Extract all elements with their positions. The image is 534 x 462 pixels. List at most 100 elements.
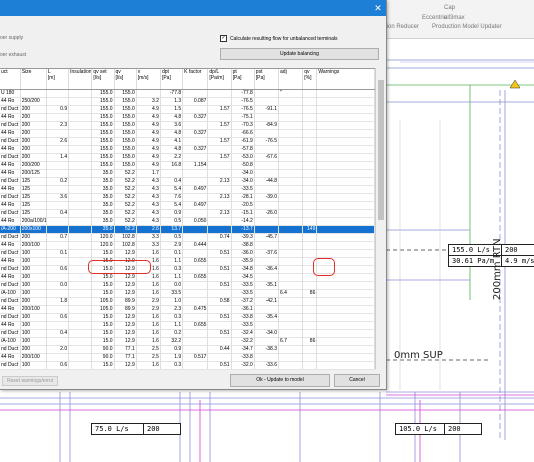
table-cell	[302, 105, 318, 114]
table-row[interactable]: nd Duct 100 0.6 15.0 12.9 1.6 0.3 0.51 -33.8 -35.…	[0, 313, 375, 322]
table-cell	[254, 129, 280, 138]
ok-update-button[interactable]: Ok - Update to model	[230, 374, 330, 387]
table-row[interactable]: U 180 155.0 155.0 -77.8 -77.8 "	[0, 89, 375, 98]
table-cell: 155.0	[91, 113, 115, 122]
supply-option[interactable]: oer supply	[0, 35, 23, 41]
duct-tag[interactable]: 75.0 L/s 200	[91, 423, 181, 435]
table-cell	[302, 201, 318, 210]
table-cell	[278, 97, 304, 106]
table-row[interactable]: 44 Ro 250/200 155.0 155.0 3.2 1.3 0.087 -76.5	[0, 97, 375, 106]
table-cell	[302, 281, 318, 290]
cancel-button[interactable]: Cancel	[334, 374, 380, 387]
table-row[interactable]: nd Duct 200 0.7 120.0 102.8 3.3 0.5 0.74 -39.3 -4…	[0, 233, 375, 242]
table-row[interactable]: /A-100 100 15.0 12.9 1.6 32.2 -32.2 6.7 86	[0, 337, 375, 346]
table-row[interactable]: nd Duct 100 0.0 15.0 12.9 1.6 0.0 0.51 -33.5 -35.…	[0, 281, 375, 290]
table-cell	[278, 321, 304, 330]
duct-tag[interactable]: 155.0 L/s 200 30.61 Pa/m 4.9 m/s	[448, 244, 534, 267]
table-cell	[278, 353, 304, 362]
table-row[interactable]: 44 Ro 200/100 105.0 89.9 2.9 2.3 0.475 -36.1	[0, 305, 375, 314]
ribbon-item[interactable]: Production Model Updater	[432, 24, 502, 30]
table-row[interactable]: nd Duct 200 1.8 105.0 89.9 2.9 1.0 0.58 -37.2 -42…	[0, 297, 375, 306]
ribbon-item[interactable]: tion Reducer	[385, 24, 419, 30]
table-cell: 200x100	[20, 225, 47, 234]
scroll-thumb[interactable]	[378, 80, 384, 220]
table-cell: 0.58	[207, 297, 232, 306]
table-cell	[316, 345, 375, 354]
table-cell: 35.0	[91, 225, 115, 234]
table-row[interactable]: 44 Ro 200 155.0 155.0 4.9 4.8 0.327 -75.1	[0, 113, 375, 122]
table-row[interactable]: /A-100 100 15.0 12.9 1.6 33.5 -33.5 6.4 86	[0, 289, 375, 298]
column-header[interactable]: L [m]	[46, 69, 70, 90]
table-row[interactable]: nd Duct 100 0.6 15.0 12.9 1.6 0.3 0.51 -32.0 -33.…	[0, 361, 375, 370]
column-header[interactable]: Size	[20, 69, 47, 90]
table-cell: 155.0	[91, 153, 115, 162]
table-cell	[254, 337, 280, 346]
table-row[interactable]: 44 Ro 100 15.0 12.9 1.6 1.1 0.655 -33.5	[0, 321, 375, 330]
table-cell: 155.0	[114, 89, 137, 98]
table-row[interactable]: nd Duct 200 2.3 155.0 155.0 4.9 3.6 1.57 -70.3 -8…	[0, 121, 375, 130]
column-header[interactable]: uct	[0, 69, 21, 90]
table-row[interactable]: nd Duct 200 2.6 155.0 155.0 4.9 4.1 1.57 -61.9 -7…	[0, 137, 375, 146]
calc-unbalanced-checkbox[interactable]: ✓	[220, 35, 227, 42]
table-row[interactable]: nd Duct 200 1.4 155.0 155.0 4.9 2.2 1.57 -53.0 -6…	[0, 153, 375, 162]
dialog-titlebar[interactable]: ✕	[0, 0, 386, 16]
table-cell: 120.0	[91, 241, 115, 250]
table-cell	[278, 233, 304, 242]
calc-unbalanced-row[interactable]: ✓ Calculate resulting flow for unbalance…	[220, 35, 338, 42]
ribbon-item[interactable]: Eccentric	[422, 15, 447, 21]
exhaust-option[interactable]: oer exhaust	[0, 52, 26, 58]
table-cell: 1.57	[207, 153, 232, 162]
table-cell: -36.0	[231, 249, 255, 258]
table-cell	[302, 297, 318, 306]
table-row[interactable]: nd Duct 125 0.2 35.0 52.2 4.3 0.4 2.13 -34.0 -44.…	[0, 177, 375, 186]
table-row[interactable]: nd Duct 100 0.4 15.0 12.9 1.6 0.2 0.51 -32.4 -34.…	[0, 329, 375, 338]
table-cell	[316, 121, 375, 130]
column-header[interactable]: pst [Pa]	[254, 69, 280, 90]
table-cell: 0.6	[46, 313, 70, 322]
table-cell	[254, 201, 280, 210]
table-row[interactable]: 44 Ro 125 35.0 52.2 4.3 5.4 0.497 -33.5	[0, 185, 375, 194]
column-header[interactable]: qv [%]	[302, 69, 318, 90]
table-row[interactable]: 44 Ro 200/125 35.0 52.2 1.7 -34.0	[0, 169, 375, 178]
table-row[interactable]: nd Duct 125 3.6 35.0 52.2 4.3 7.6 2.13 -28.1 -39.…	[0, 193, 375, 202]
table-row[interactable]: 44 Ro 200/100 120.0 102.8 3.3 2.9 0.444 -38.8	[0, 241, 375, 250]
table-cell: 100	[20, 361, 47, 370]
column-header[interactable]: qv [l/s]	[114, 69, 137, 90]
table-row[interactable]: nd Duct 200 0.9 155.0 155.0 4.9 1.5 1.57 -76.5 -9…	[0, 105, 375, 114]
table-row[interactable]: 44 Ro100 15.012.91.61.10.655 -31.7	[0, 369, 375, 370]
table-cell: nd Duct	[0, 265, 21, 274]
column-header[interactable]: K factor	[182, 69, 209, 90]
close-icon[interactable]: ✕	[370, 0, 386, 16]
duct-tag[interactable]: 105.0 L/s 200	[395, 423, 482, 435]
table-row[interactable]: 44 Ro 200/100 90.0 77.1 2.5 1.9 0.517 -33.8	[0, 353, 375, 362]
column-header[interactable]: Warnings	[316, 69, 375, 90]
table-row[interactable]: 44 Ro 200 155.0 155.0 4.9 4.8 0.327 -57.8	[0, 145, 375, 154]
ribbon-item[interactable]: Cap	[444, 5, 455, 11]
column-header[interactable]: dp/L [Pa/m]	[207, 69, 232, 90]
table-cell: /A-100	[0, 289, 21, 298]
table-row[interactable]: 44 Ro 200/200 155.0 155.0 4.9 16.8 1.154 -50.8	[0, 161, 375, 170]
column-header[interactable]: pt [Pa]	[231, 69, 255, 90]
table-row[interactable]: /A-200 200x100 35.0 52.2 2.6 13.7 -13.7 149	[0, 225, 375, 234]
column-header[interactable]: Insulation	[68, 69, 93, 90]
table-row[interactable]: nd Duct 125 0.4 35.0 52.2 4.3 0.9 2.13 -15.1 -26.…	[0, 209, 375, 218]
table-row[interactable]: 44 Ro 125 35.0 52.2 4.3 5.4 0.497 -20.5	[0, 201, 375, 210]
table-row[interactable]: 44 Ro 200 155.0 155.0 4.9 4.8 0.327 -66.6	[0, 129, 375, 138]
table-cell	[278, 241, 304, 250]
table-cell: 100	[20, 281, 47, 290]
table-row[interactable]: nd Duct 200 2.0 90.0 77.1 2.5 0.9 0.44 -34.7 -38.…	[0, 345, 375, 354]
table-cell: 200/200	[20, 161, 47, 170]
table-row[interactable]: 44 Ro200a/100/12 35.052.24.30.50.050 -14.2	[0, 217, 375, 226]
ribbon-item[interactable]: all3max	[444, 15, 465, 21]
column-header[interactable]: v [m/s]	[136, 69, 161, 90]
column-header[interactable]: adj	[278, 69, 304, 90]
table-cell	[254, 305, 280, 314]
table-cell: 125	[20, 185, 47, 194]
reset-warnings-button[interactable]: Reset warnings/error	[2, 376, 59, 386]
table-row[interactable]: nd Duct 100 0.1 15.0 12.9 1.6 0.1 0.51 -36.0 -37.…	[0, 249, 375, 258]
column-header[interactable]: dpt [Pa]	[160, 69, 184, 90]
vertical-scrollbar[interactable]	[375, 68, 386, 369]
column-header[interactable]: qv set [l/s]	[91, 69, 115, 90]
update-balancing-button[interactable]: Update balancing	[220, 48, 379, 60]
table-cell: 15.0	[91, 289, 115, 298]
